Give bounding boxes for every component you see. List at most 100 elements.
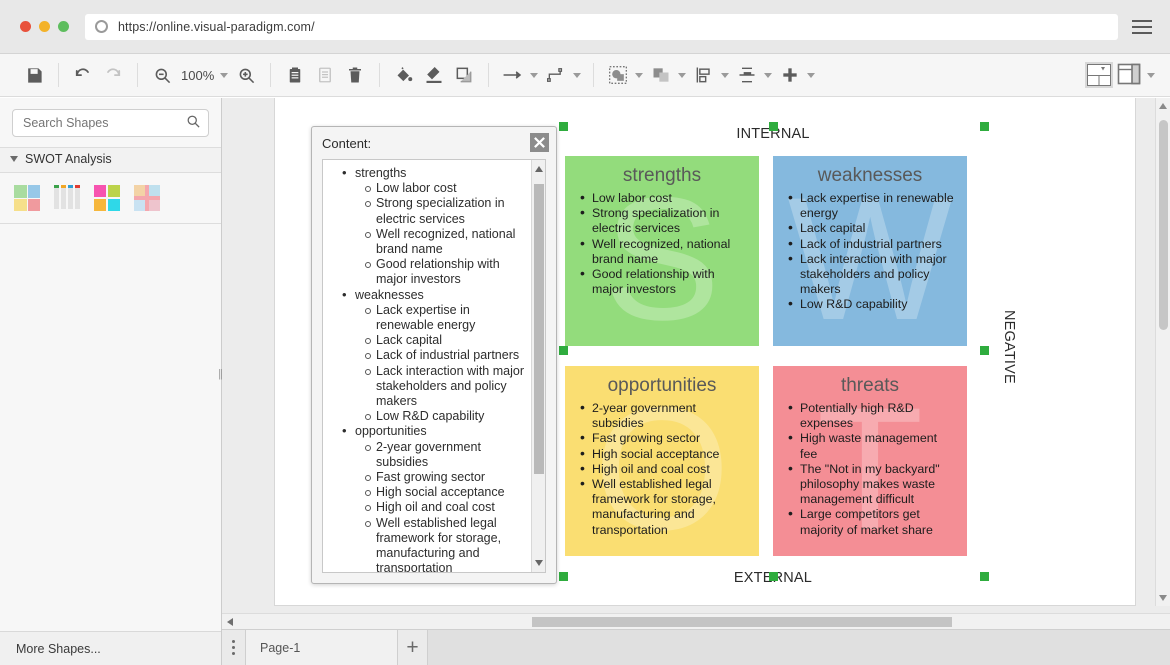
diagram-page-sheet[interactable]: INTERNAL EXTERNAL POSITIVE NEGATIVE S st…: [274, 98, 1136, 606]
shapes-sidebar: SWOT Analysis: [0, 98, 222, 665]
add-page-button[interactable]: +: [398, 630, 428, 665]
shape-thumb-swot-cross[interactable]: [134, 185, 160, 211]
browser-titlebar: https://online.visual-paradigm.com/: [0, 0, 1170, 54]
selection-handle[interactable]: [559, 346, 568, 355]
canvas-horizontal-scrollbar[interactable]: [222, 613, 1170, 629]
address-bar[interactable]: https://online.visual-paradigm.com/: [85, 14, 1118, 40]
delete-button[interactable]: [340, 60, 370, 90]
chevron-down-icon[interactable]: [530, 73, 538, 78]
align-button[interactable]: [689, 60, 719, 90]
outline-item: Good relationship with major investors: [376, 257, 527, 287]
selection-button[interactable]: [603, 60, 633, 90]
window-controls: [20, 21, 69, 32]
page-tab-bar: Page-1 +: [222, 629, 1170, 665]
chevron-down-icon[interactable]: [573, 73, 581, 78]
search-shapes-box[interactable]: [12, 109, 209, 137]
fill-color-button[interactable]: [389, 60, 419, 90]
content-dialog-body[interactable]: strengthsLow labor costStrong specializa…: [322, 159, 546, 573]
search-icon[interactable]: [186, 114, 201, 132]
undo-button[interactable]: [68, 60, 98, 90]
swot-quadrant-strengths[interactable]: S strengths Low labor costStrong special…: [565, 156, 759, 346]
canvas-vertical-scrollbar[interactable]: [1155, 98, 1170, 606]
more-shapes-button[interactable]: More Shapes...: [0, 631, 221, 665]
quadrant-item: Well recognized, national brand name: [592, 237, 748, 267]
selection-handle[interactable]: [980, 346, 989, 355]
quadrant-item: Fast growing sector: [592, 431, 748, 446]
quadrant-item: Well established legal framework for sto…: [592, 477, 748, 538]
page-bar-filler: [428, 630, 1170, 665]
right-panel-button[interactable]: [1117, 62, 1145, 88]
scrollbar-thumb[interactable]: [532, 617, 952, 627]
distribute-button[interactable]: [732, 60, 762, 90]
quadrant-item: Good relationship with major investors: [592, 267, 748, 297]
chevron-down-icon[interactable]: [807, 73, 815, 78]
shape-thumb-swot-matrix[interactable]: [14, 185, 40, 211]
minimize-window-button[interactable]: [39, 21, 50, 32]
scrollbar-thumb[interactable]: [534, 184, 544, 474]
quadrant-item: Lack expertise in renewable energy: [800, 191, 956, 221]
maximize-window-button[interactable]: [58, 21, 69, 32]
selection-handle[interactable]: [559, 572, 568, 581]
paste-button[interactable]: [310, 60, 340, 90]
swot-diagram[interactable]: INTERNAL EXTERNAL POSITIVE NEGATIVE S st…: [543, 120, 1003, 590]
scrollbar-thumb[interactable]: [1159, 120, 1168, 330]
redo-button[interactable]: [98, 60, 128, 90]
selection-handle[interactable]: [980, 572, 989, 581]
shape-thumb-swot-blocks[interactable]: [94, 185, 120, 211]
swot-quadrant-threats[interactable]: T threats Potentially high R&D expensesH…: [773, 366, 967, 556]
outline-group: weaknessesLack expertise in renewable en…: [329, 288, 527, 425]
scroll-up-arrow-icon[interactable]: [1159, 103, 1167, 109]
selection-handle[interactable]: [769, 572, 778, 581]
arrow-style-button[interactable]: [498, 60, 528, 90]
quadrant-item-list: Low labor costStrong specialization in e…: [574, 191, 750, 297]
content-dialog[interactable]: Content: strengthsLow labor costStrong s…: [311, 126, 557, 584]
selection-handle[interactable]: [559, 122, 568, 131]
outline-item: Well recognized, national brand name: [376, 227, 527, 257]
selection-handle[interactable]: [769, 122, 778, 131]
toolbar-group-format: [380, 60, 488, 90]
zoom-out-button[interactable]: [147, 60, 177, 90]
swot-quadrant-opportunities[interactable]: O opportunities 2-year government subsid…: [565, 366, 759, 556]
page-menu-icon[interactable]: [222, 630, 246, 665]
copy-button[interactable]: [280, 60, 310, 90]
search-input[interactable]: [21, 115, 186, 131]
swot-quadrant-weaknesses[interactable]: W weaknesses Lack expertise in renewable…: [773, 156, 967, 346]
quadrant-item: Large competitors get majority of market…: [800, 507, 956, 537]
chevron-down-icon[interactable]: [635, 73, 643, 78]
save-button[interactable]: [19, 60, 49, 90]
close-icon[interactable]: [530, 133, 549, 152]
chevron-down-icon[interactable]: [1147, 73, 1155, 78]
scroll-left-arrow-icon[interactable]: [227, 618, 233, 626]
content-dialog-scrollbar[interactable]: [531, 160, 545, 572]
scroll-up-arrow-icon[interactable]: [535, 166, 543, 172]
outline-item: Lack interaction with major stakeholders…: [376, 364, 527, 410]
diagram-canvas[interactable]: INTERNAL EXTERNAL POSITIVE NEGATIVE S st…: [222, 98, 1170, 665]
toolbar-group-file: [10, 60, 58, 90]
sidebar-section-swot-analysis[interactable]: SWOT Analysis: [0, 147, 221, 173]
line-color-button[interactable]: [419, 60, 449, 90]
connector-style-button[interactable]: [541, 60, 571, 90]
page-tab-page-1[interactable]: Page-1: [246, 630, 398, 665]
shadow-button[interactable]: [449, 60, 479, 90]
selection-handle[interactable]: [980, 122, 989, 131]
chevron-down-icon[interactable]: [764, 73, 772, 78]
shape-thumbnail-list: [0, 173, 221, 224]
zoom-in-button[interactable]: [231, 60, 261, 90]
scroll-down-arrow-icon[interactable]: [535, 560, 543, 566]
chevron-down-icon[interactable]: [721, 73, 729, 78]
more-shapes-label: More Shapes...: [16, 642, 101, 656]
quadrant-item: Lack interaction with major stakeholders…: [800, 252, 956, 298]
chevron-down-icon[interactable]: [678, 73, 686, 78]
shape-thumb-swot-columns[interactable]: [54, 185, 80, 211]
scroll-down-arrow-icon[interactable]: [1159, 595, 1167, 601]
page-tab-label: Page-1: [260, 641, 300, 655]
insert-button[interactable]: [775, 60, 805, 90]
close-window-button[interactable]: [20, 21, 31, 32]
arrange-button[interactable]: [646, 60, 676, 90]
chevron-down-icon: [10, 156, 18, 162]
toolbar-group-zoom: 100%: [138, 60, 270, 90]
panel-layout-button[interactable]: [1085, 62, 1113, 88]
browser-menu-icon[interactable]: [1132, 20, 1152, 34]
chevron-down-icon[interactable]: [220, 73, 228, 78]
quadrant-item: 2-year government subsidies: [592, 401, 748, 431]
